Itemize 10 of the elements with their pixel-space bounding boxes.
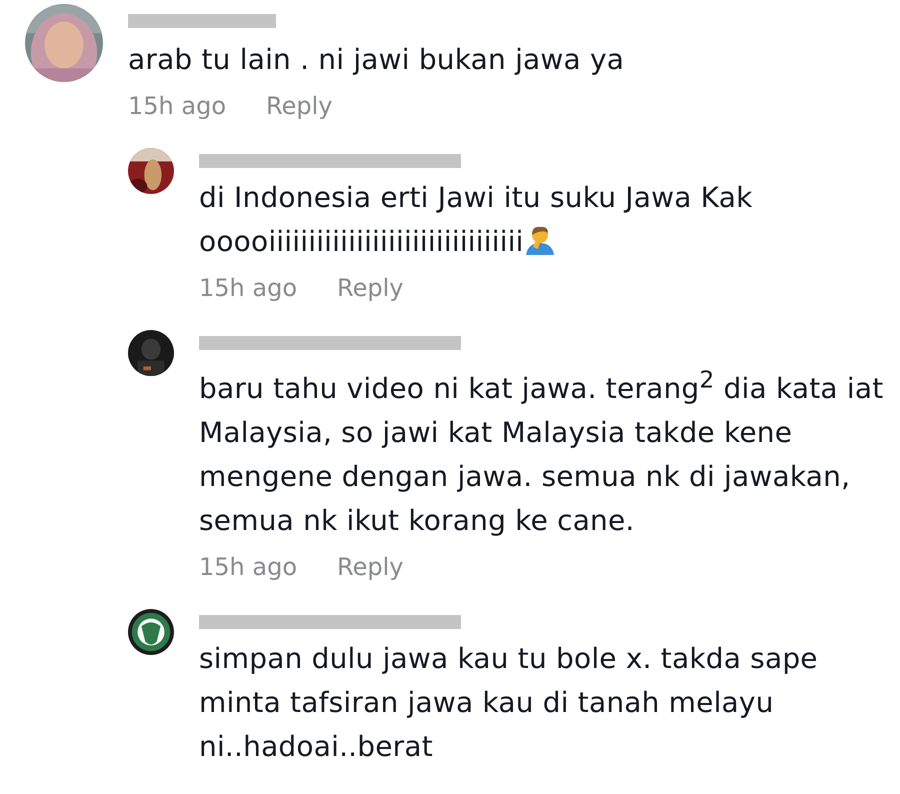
- timestamp: 15h ago: [199, 273, 298, 304]
- reply-link[interactable]: Reply: [337, 270, 404, 306]
- reply-link[interactable]: Reply: [266, 88, 332, 124]
- comment-text: baru tahu video ni kat jawa. terang$^{2}$ dia kata iat Malaysia, so jawi kat Malaysia takde kene mengene dengan jawa. semua nk di jawakan, semua nk ikut korang ke cane.: [199, 372, 884, 538]
- comment-text: arab tu lain . ni jawi bukan jawa ya: [128, 42, 626, 78]
- comment-text: simpan dulu jawa kau tu bole x. takda sape minta tafsiran jawa kau di tanah melayu ni..hadoai..berat: [199, 642, 818, 764]
- timestamp: 15h ago: [199, 552, 298, 584]
- reply-link[interactable]: Reply: [337, 549, 404, 586]
- timestamp: 15h ago: [128, 91, 226, 122]
- comment-text: di Indonesia erti Jawi itu suku Jawa Kak ooooiiiiiiiiiiiiiiiiiiiiiiiiiiiiiiii: [199, 181, 753, 258]
